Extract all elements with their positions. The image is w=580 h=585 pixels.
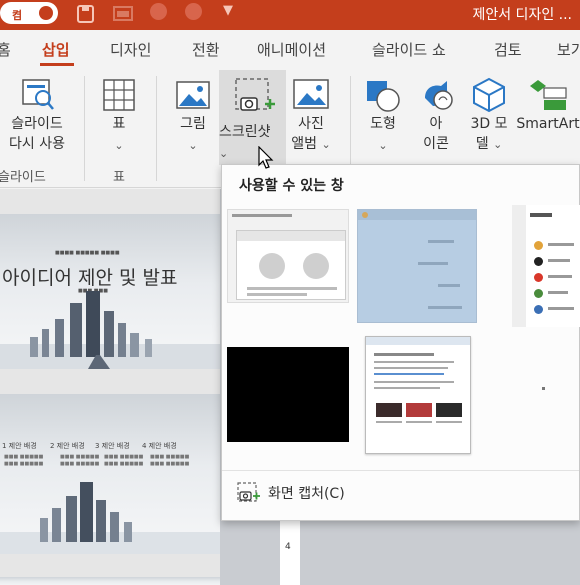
agenda-item: 2 제안 배경 <box>50 442 85 450</box>
table-group-label: 표 <box>113 170 125 185</box>
chevron-down-icon: ⌄ <box>219 147 229 160</box>
agenda-detail: ■■■ ■■■■■ <box>104 454 144 460</box>
table-icon <box>103 79 135 111</box>
smartart-label: SmartArt <box>516 116 580 132</box>
agenda-item: 1 제안 배경 <box>2 442 37 450</box>
slide-caption-text: ■■■■ ■■■■■ ■■■■ <box>55 250 120 256</box>
active-tab-indicator <box>40 63 74 66</box>
tab-transitions[interactable]: 전환 <box>192 39 220 60</box>
present-from-start-icon[interactable] <box>112 4 134 24</box>
tab-animations[interactable]: 애니메이션 <box>257 39 326 60</box>
reuse-slides-button[interactable]: 슬라이드 다시 사용 <box>2 76 72 154</box>
shapes-label: 도형 <box>370 116 396 132</box>
reuse-slides-label-line1: 슬라이드 <box>11 116 63 132</box>
smartart-button[interactable]: SmartArt <box>516 76 580 134</box>
available-window-thumbnail[interactable] <box>357 209 477 323</box>
ribbon-tabs: 홈 삽입 디자인 전환 애니메이션 슬라이드 쇼 검토 보기 <box>0 30 580 68</box>
chevron-down-icon: ⌄ <box>188 139 198 152</box>
title-bar: 켬 ▼ 제안서 디자인 ... <box>0 0 580 30</box>
city-skyline-image <box>0 291 220 369</box>
available-windows-title: 사용할 수 있는 창 <box>239 178 344 194</box>
reuse-slides-label-line2: 다시 사용 <box>9 136 65 152</box>
chevron-down-icon: ⌄ <box>114 139 124 152</box>
agenda-detail: ■■■ ■■■■■ <box>60 454 100 460</box>
tab-view[interactable]: 보기 <box>557 39 580 60</box>
document-title: 제안서 디자인 ... <box>472 7 572 23</box>
3d-models-button[interactable]: 3D 모 델 ⌄ <box>466 76 512 155</box>
agenda-item: 3 제안 배경 <box>95 442 130 450</box>
photo-album-label-line2: 앨범 ⌄ <box>291 136 331 152</box>
agenda-detail: ■■■ ■■■■■ <box>4 454 44 460</box>
photo-album-icon <box>293 79 329 109</box>
available-window-thumbnail[interactable] <box>512 205 580 327</box>
reuse-slides-icon <box>22 79 54 110</box>
table-label: 표 <box>112 116 126 132</box>
shapes-icon <box>367 81 400 112</box>
pictures-button[interactable]: 그림 ⌄ <box>170 76 216 153</box>
tab-design[interactable]: 디자인 <box>110 39 151 60</box>
available-window-thumbnail[interactable] <box>365 336 471 454</box>
3d-models-label-line2: 델 ⌄ <box>475 136 503 152</box>
slides-group-label: 슬라이드 <box>0 170 46 185</box>
ruler-mark: 4 <box>285 542 291 552</box>
vertical-ruler: 4 <box>280 520 300 585</box>
agenda-detail: ■■■ ■■■■■ <box>150 461 190 467</box>
screen-capture-button[interactable]: 화면 캡처(C) <box>236 481 345 503</box>
customize-toolbar-icon[interactable]: ▼ <box>223 3 233 18</box>
loading-dot <box>542 387 545 390</box>
autosave-label: 켬 <box>11 9 23 22</box>
redo-icon[interactable] <box>185 3 202 20</box>
picture-icon <box>176 81 210 109</box>
tab-slide-show[interactable]: 슬라이드 쇼 <box>372 39 446 60</box>
slide-thumbnail-panel[interactable]: ■■■■ ■■■■■ ■■■■ 아이디어 제안 및 발표 ■■■ ■■■ 1 제… <box>0 189 220 585</box>
mouse-cursor-icon <box>258 146 274 169</box>
tab-home[interactable]: 홈 <box>0 39 11 60</box>
tab-insert[interactable]: 삽입 <box>42 39 70 60</box>
table-button[interactable]: 표 ⌄ <box>96 76 142 153</box>
icons-icon <box>425 81 453 110</box>
agenda-item: 4 제안 배경 <box>142 442 177 450</box>
city-skyline-image <box>0 482 220 554</box>
screenshot-label: 스크린샷 <box>219 124 271 140</box>
available-window-thumbnail[interactable] <box>227 209 349 303</box>
smartart-icon <box>530 80 567 110</box>
autosave-toggle[interactable]: 켬 <box>0 2 58 24</box>
screenshot-icon <box>234 78 275 111</box>
icons-label-line2: 이콘 <box>423 136 449 152</box>
tab-review[interactable]: 검토 <box>494 39 522 60</box>
agenda-detail: ■■■ ■■■■■ <box>104 461 144 467</box>
undo-icon[interactable] <box>150 3 167 20</box>
dropdown-divider <box>222 470 579 471</box>
group-divider <box>84 76 85 181</box>
screenshot-button[interactable]: 스크린샷 ⌄ <box>219 70 286 165</box>
slide-thumbnail-3[interactable] <box>0 577 220 585</box>
cube-icon <box>473 77 505 113</box>
agenda-detail: ■■■ ■■■■■ <box>150 454 190 460</box>
icons-button[interactable]: 아 이콘 <box>414 76 458 154</box>
screen-capture-icon <box>237 482 260 502</box>
save-icon[interactable] <box>75 4 97 24</box>
available-window-thumbnail[interactable] <box>227 347 349 442</box>
screen-capture-label: 화면 캡처(C) <box>268 486 345 502</box>
pictures-label: 그림 <box>180 116 206 132</box>
slide-title: 아이디어 제안 및 발표 <box>2 267 178 289</box>
icons-label-line1: 아 <box>429 116 443 132</box>
photo-album-button[interactable]: 사진 앨범 ⌄ <box>288 76 334 155</box>
3d-models-label-line1: 3D 모 <box>470 116 508 132</box>
shapes-button[interactable]: 도형 ⌄ <box>360 76 406 153</box>
agenda-detail: ■■■ ■■■■■ <box>4 461 44 467</box>
chevron-down-icon: ⌄ <box>378 139 388 152</box>
agenda-detail: ■■■ ■■■■■ <box>60 461 100 467</box>
group-divider <box>156 76 157 181</box>
photo-album-label-line1: 사진 <box>298 116 324 132</box>
slide-thumbnail-1[interactable]: ■■■■ ■■■■■ ■■■■ 아이디어 제안 및 발표 ■■■ ■■■ <box>0 214 220 369</box>
screenshot-dropdown: 사용할 수 있는 창 화면 캡처(C) <box>221 164 580 521</box>
autosave-knob <box>39 6 53 20</box>
slide-thumbnail-2[interactable]: 1 제안 배경 2 제안 배경 3 제안 배경 4 제안 배경 ■■■ ■■■■… <box>0 394 220 554</box>
